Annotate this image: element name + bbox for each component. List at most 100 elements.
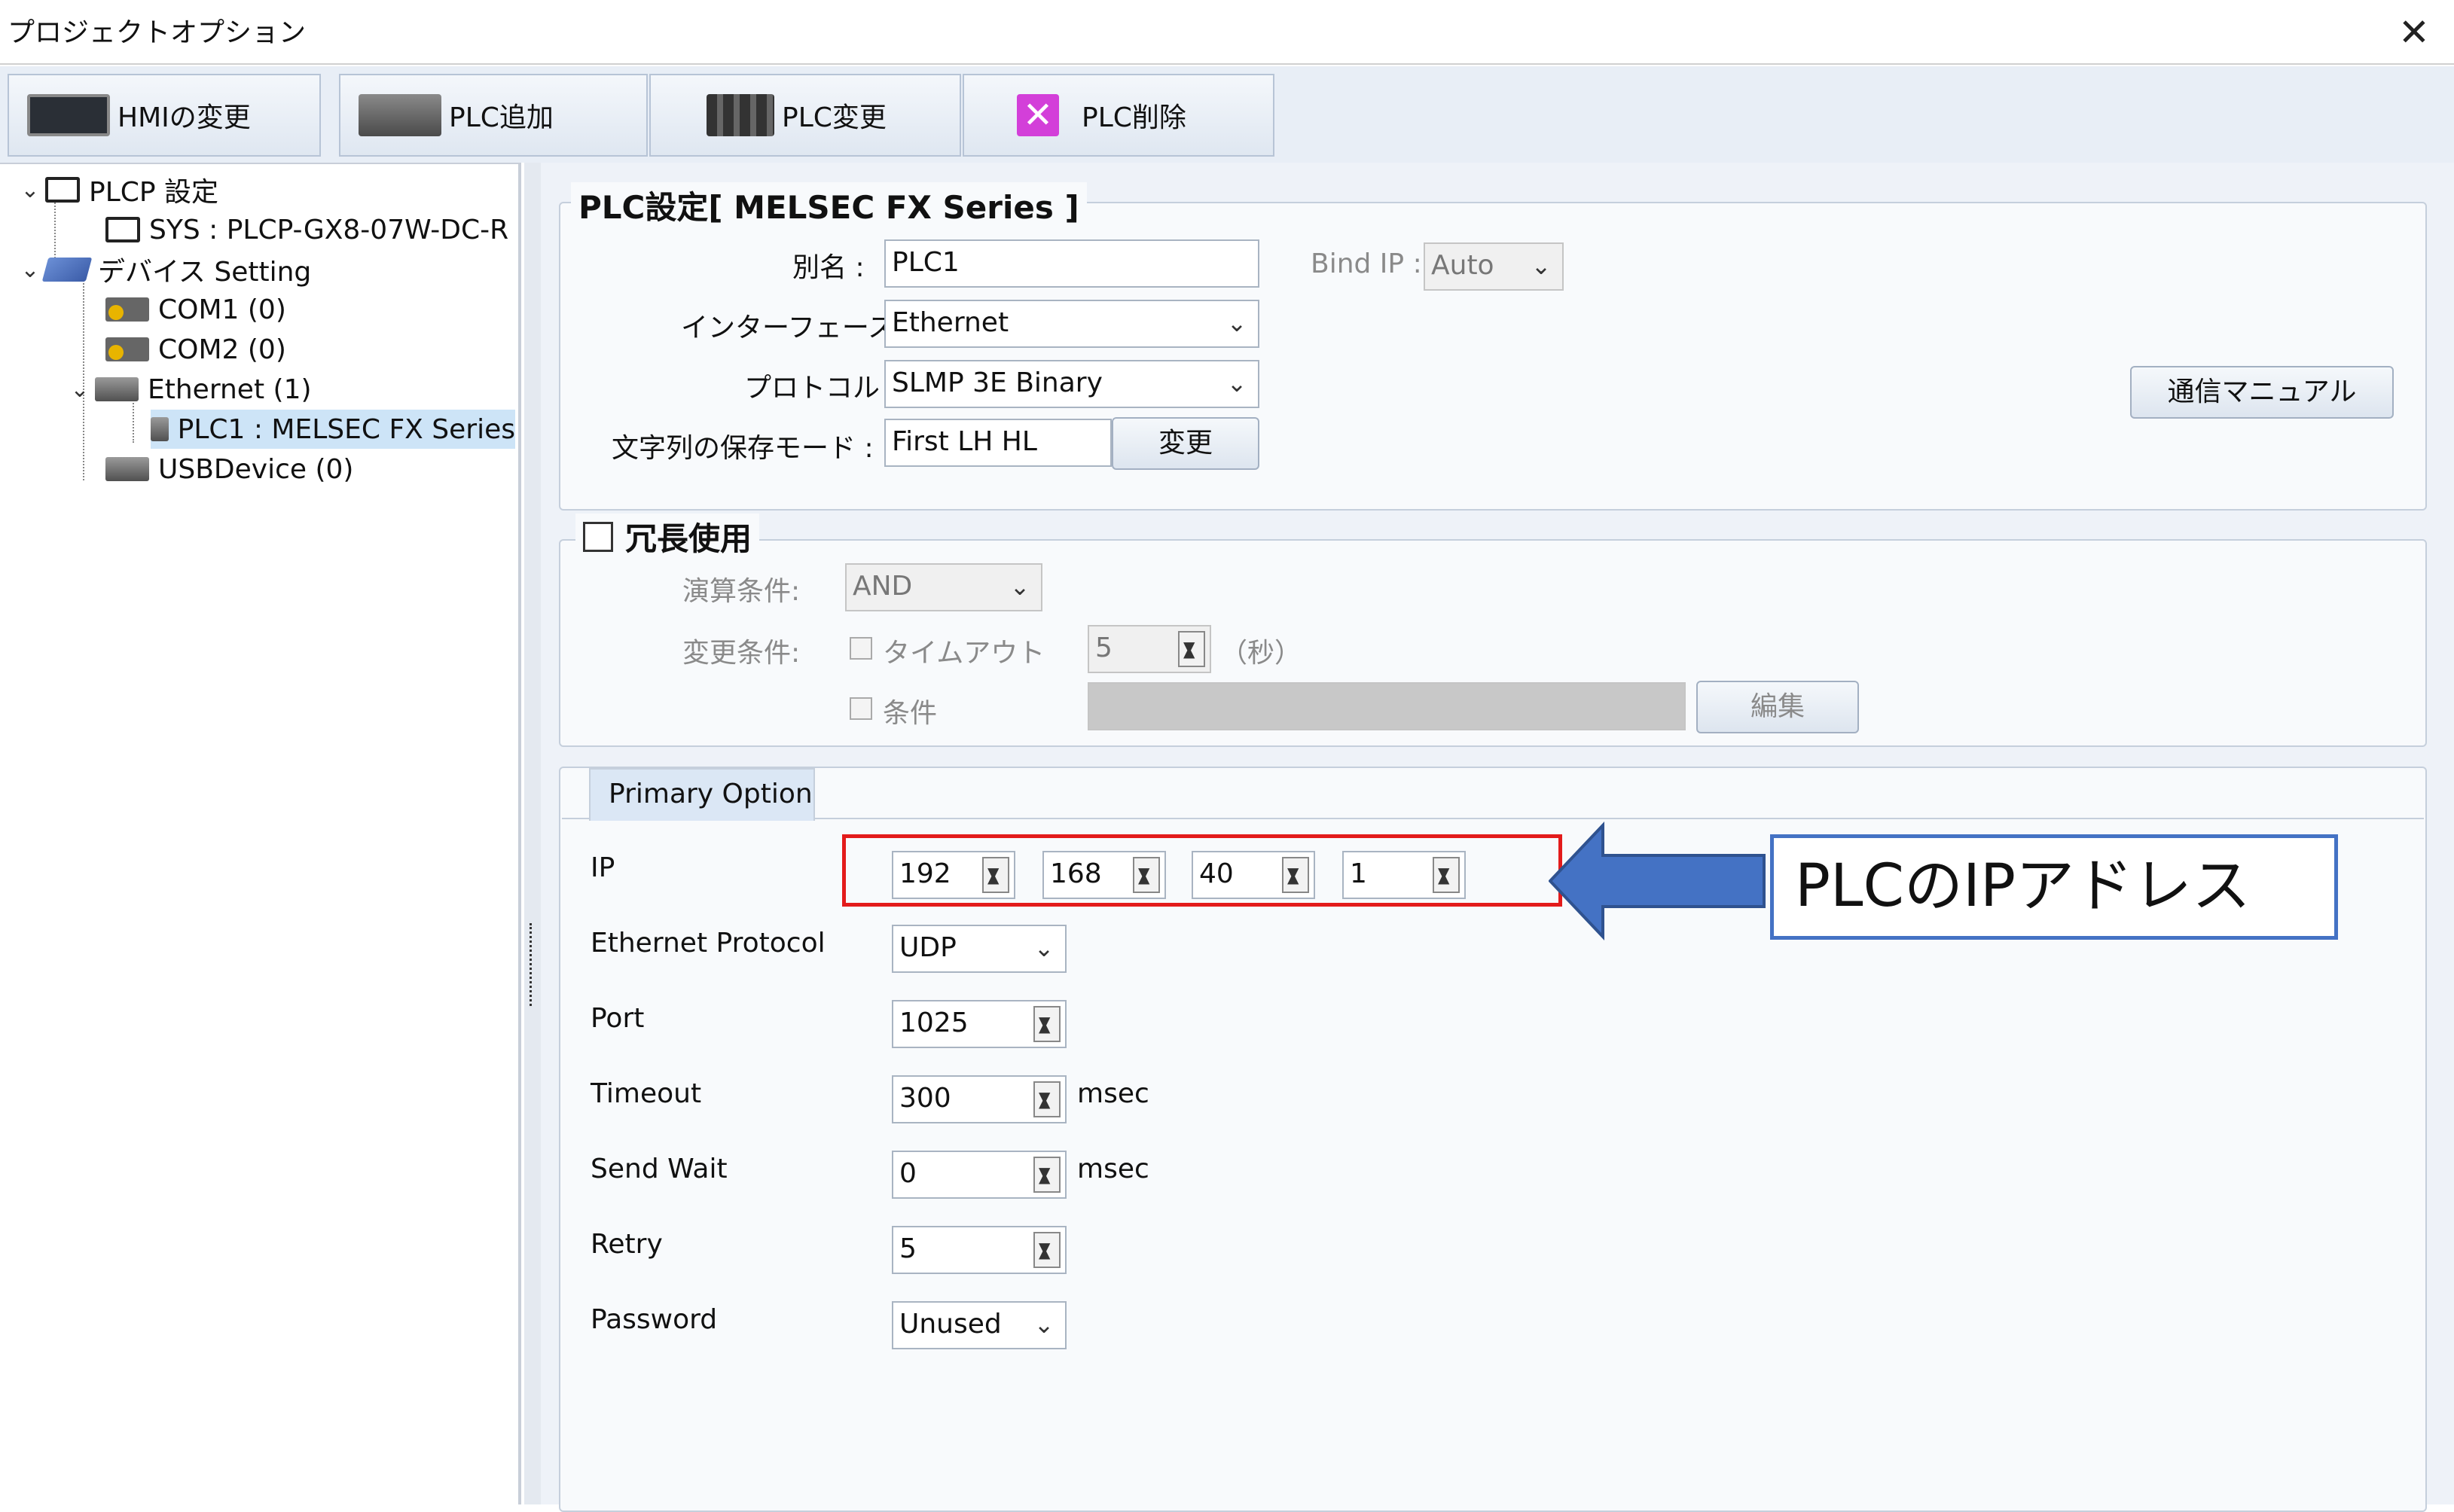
interface-value: Ethernet — [892, 307, 1009, 338]
plc-add-label: PLC追加 — [449, 102, 554, 133]
plc-add-icon — [359, 94, 441, 136]
redundancy-header: 冗長使用 — [575, 514, 760, 559]
close-button[interactable]: ✕ — [2388, 6, 2440, 59]
bind-ip-label: Bind IP : — [1311, 248, 1422, 279]
condition-checkbox[interactable] — [850, 697, 872, 720]
calc-condition-label: 演算条件: — [682, 576, 801, 607]
eth-protocol-label: Ethernet Protocol — [591, 928, 826, 959]
send-wait-label: Send Wait — [591, 1154, 728, 1184]
send-wait-input[interactable]: 0 — [892, 1151, 1067, 1199]
ip-highlight-box — [842, 834, 1562, 907]
chevron-down-icon[interactable]: ⌄ — [15, 257, 45, 283]
tree-item-ethernet[interactable]: ⌄ Ethernet (1) — [65, 370, 312, 409]
redundancy-title: 冗長使用 — [625, 520, 752, 557]
plc-change-label: PLC変更 — [782, 102, 887, 133]
redundancy-timeout-input[interactable]: 5 — [1088, 625, 1211, 673]
plc-add-button[interactable]: PLC追加 — [339, 74, 648, 157]
alias-input[interactable]: PLC1 — [884, 239, 1259, 288]
redundancy-timeout-value: 5 — [1095, 633, 1113, 663]
chevron-down-icon: ⌄ — [1033, 1310, 1055, 1339]
timeout-checkbox[interactable] — [850, 637, 872, 660]
title-bar — [0, 0, 2454, 65]
plc-icon — [151, 417, 169, 441]
spinner-icon[interactable] — [1033, 1152, 1061, 1197]
toolbar: HMIの変更 PLC追加 PLC変更 ✕ PLC削除 — [0, 66, 2454, 163]
retry-input[interactable]: 5 — [892, 1226, 1067, 1274]
interface-select[interactable]: Ethernet ⌄ — [884, 300, 1259, 348]
tree-item-device-setting[interactable]: ⌄ デバイス Setting — [15, 250, 311, 289]
alias-label: 別名 : — [792, 252, 865, 283]
tree-item-label: PLCP 設定 — [89, 177, 219, 208]
redundancy-checkbox[interactable] — [583, 521, 613, 552]
timeout-option-label: タイムアウト — [883, 638, 1045, 669]
plc-delete-label: PLC削除 — [1082, 102, 1186, 133]
tab-divider — [562, 818, 2424, 819]
comm-manual-button[interactable]: 通信マニュアル — [2130, 366, 2394, 419]
tree-item-usb[interactable]: USBDevice (0) — [105, 450, 353, 489]
retry-label: Retry — [591, 1229, 663, 1260]
monitor-icon — [45, 177, 80, 203]
tree-item-label: COM2 (0) — [158, 334, 286, 365]
string-mode-field: First LH HL — [884, 419, 1112, 467]
interface-label: インターフェース : — [681, 312, 913, 343]
timeout-value: 300 — [899, 1083, 951, 1114]
ip-label: IP — [591, 852, 615, 883]
protocol-select[interactable]: SLMP 3E Binary ⌄ — [884, 360, 1259, 408]
eth-protocol-select[interactable]: UDP ⌄ — [892, 925, 1067, 973]
chevron-down-icon: ⌄ — [1531, 251, 1552, 280]
project-tree: ⌄ PLCP 設定 SYS : PLCP-GX8-07W-DC-R ⌄ デバイス… — [0, 163, 521, 1504]
bind-ip-value: Auto — [1431, 250, 1494, 281]
retry-value: 5 — [899, 1233, 917, 1264]
string-mode-change-button[interactable]: 変更 — [1112, 417, 1259, 470]
calc-condition-value: AND — [853, 571, 913, 602]
plc-change-button[interactable]: PLC変更 — [649, 74, 961, 157]
plc-settings-title: PLC設定[ MELSEC FX Series ] — [571, 182, 1087, 228]
port-label: Port — [591, 1003, 645, 1034]
chevron-down-icon: ⌄ — [1009, 572, 1030, 601]
tab-primary-option[interactable]: Primary Option — [589, 768, 815, 821]
tree-item-label: SYS : PLCP-GX8-07W-DC-R — [149, 214, 509, 245]
spinner-icon[interactable] — [1033, 1227, 1061, 1273]
monitor-icon — [105, 217, 140, 242]
ethernet-icon — [95, 377, 139, 401]
plc-change-icon — [707, 94, 774, 136]
send-wait-value: 0 — [899, 1158, 917, 1189]
eth-protocol-value: UDP — [899, 932, 957, 963]
port-input[interactable]: 1025 — [892, 1000, 1067, 1048]
tree-item-label: Ethernet (1) — [148, 373, 312, 405]
tree-item-label: USBDevice (0) — [158, 453, 354, 485]
spinner-icon[interactable] — [1178, 626, 1205, 672]
condition-label: 条件 — [883, 698, 938, 729]
tree-item-plc1[interactable]: PLC1 : MELSEC FX Series — [151, 410, 515, 449]
edit-condition-button[interactable]: 編集 — [1696, 681, 1859, 733]
send-wait-unit: msec — [1077, 1154, 1149, 1184]
tree-item-com1[interactable]: COM1 (0) — [105, 290, 286, 329]
hmi-change-button[interactable]: HMIの変更 — [8, 74, 321, 157]
tree-item-plcp-settings[interactable]: ⌄ PLCP 設定 — [15, 170, 218, 209]
tree-item-com2[interactable]: COM2 (0) — [105, 330, 286, 369]
panel-splitter[interactable] — [524, 163, 541, 1504]
spinner-icon[interactable] — [1033, 1077, 1061, 1122]
hmi-icon — [27, 94, 110, 136]
seconds-label: （秒） — [1220, 638, 1302, 669]
chevron-down-icon: ⌄ — [1226, 309, 1247, 337]
plc-delete-button[interactable]: ✕ PLC削除 — [963, 74, 1274, 157]
password-select[interactable]: Unused ⌄ — [892, 1301, 1067, 1349]
bind-ip-select[interactable]: Auto ⌄ — [1424, 242, 1564, 291]
spinner-icon[interactable] — [1033, 1001, 1061, 1047]
string-mode-label: 文字列の保存モード : — [612, 433, 874, 464]
protocol-value: SLMP 3E Binary — [892, 367, 1103, 398]
ip-address-callout: PLCのIPアドレス — [1770, 834, 2338, 940]
calc-condition-select[interactable]: AND ⌄ — [845, 563, 1042, 611]
password-label: Password — [591, 1304, 718, 1335]
port-value: 1025 — [899, 1007, 969, 1038]
chevron-down-icon[interactable]: ⌄ — [65, 376, 95, 403]
timeout-input[interactable]: 300 — [892, 1075, 1067, 1123]
chevron-down-icon[interactable]: ⌄ — [15, 177, 45, 203]
password-value: Unused — [899, 1309, 1002, 1340]
tree-item-sys[interactable]: SYS : PLCP-GX8-07W-DC-R — [105, 210, 508, 249]
splitter-grip-icon[interactable] — [530, 923, 534, 1006]
tree-item-label: PLC1 : MELSEC FX Series — [177, 413, 515, 445]
callout-arrow-icon — [1549, 821, 1766, 941]
chevron-down-icon: ⌄ — [1033, 934, 1055, 962]
